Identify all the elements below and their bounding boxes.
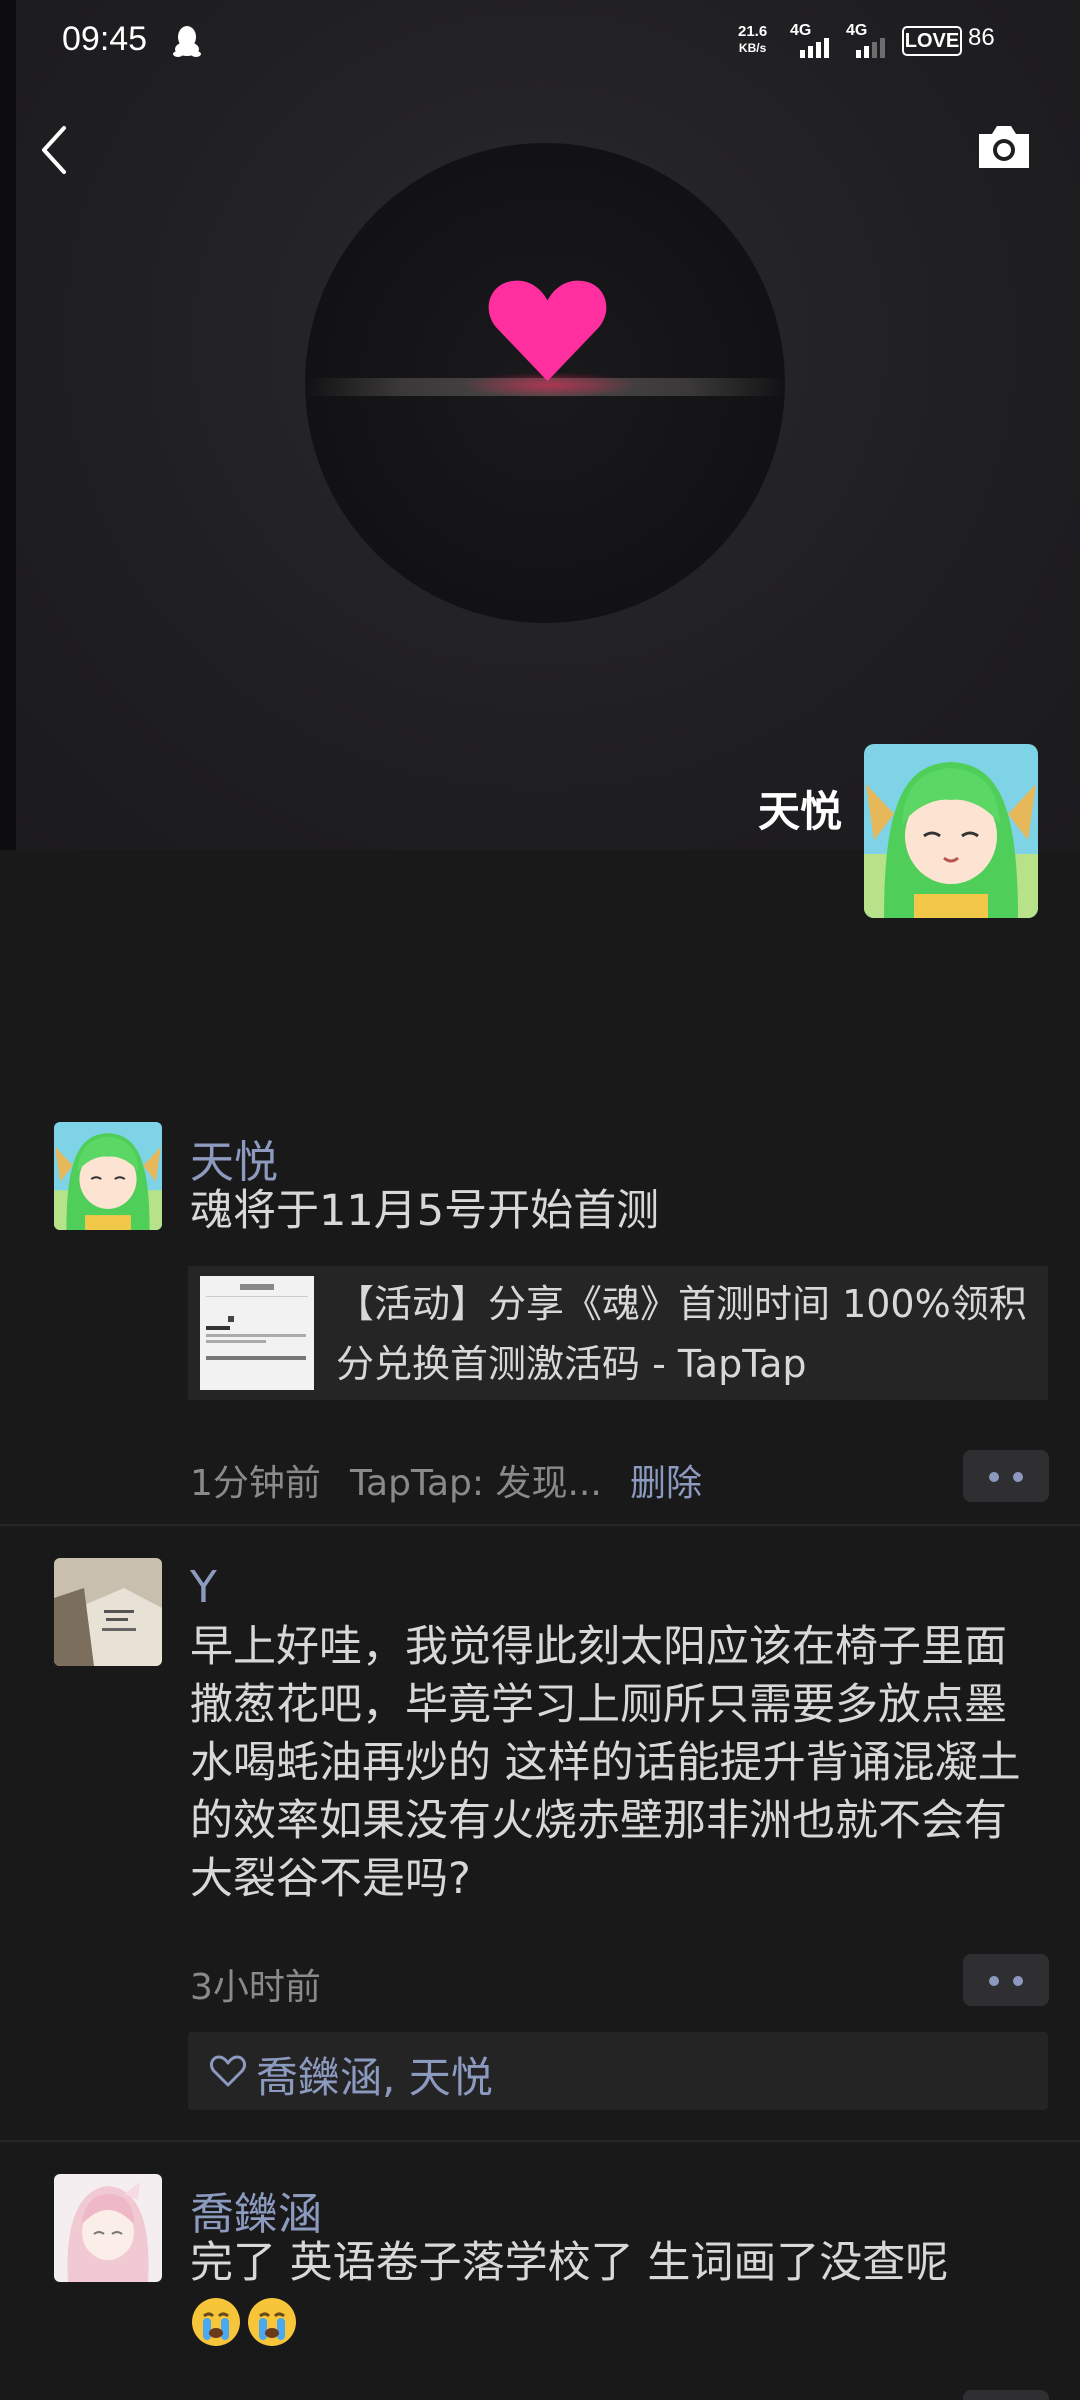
post-text: 完了 英语卷子落学校了 生词画了没查呢 bbox=[190, 2238, 949, 2288]
avatar-photo bbox=[54, 1558, 162, 1666]
post-text: 早上好哇，我觉得此刻太阳应该在椅子里面撒葱花吧，毕竟学习上厕所只需要多放点墨水喝… bbox=[190, 1622, 1021, 1904]
battery-level: 86 bbox=[968, 24, 995, 51]
divider bbox=[0, 2140, 1080, 2142]
signal-bar bbox=[808, 46, 813, 58]
avatar[interactable] bbox=[54, 2174, 162, 2282]
heart-icon bbox=[488, 280, 607, 382]
anime-avatar-image bbox=[54, 1122, 162, 1230]
dot-icon bbox=[1013, 1976, 1023, 1986]
battery-icon: LOVE bbox=[902, 26, 962, 56]
dot-icon bbox=[989, 1976, 999, 1986]
avatar[interactable] bbox=[54, 1558, 162, 1666]
emoji-row bbox=[190, 2296, 302, 2352]
link-title: 【活动】分享《魂》首测时间 100%领积分兑换首测激活码 - TapTap bbox=[336, 1282, 1027, 1386]
post-text: 魂将于11月5号开始首测 bbox=[190, 1186, 660, 1236]
signal-bar bbox=[856, 50, 861, 58]
cover-avatar[interactable] bbox=[864, 744, 1038, 918]
crying-emoji-icon bbox=[192, 2298, 240, 2346]
signal-bar bbox=[872, 42, 877, 58]
more-actions-button[interactable] bbox=[963, 2390, 1049, 2400]
post-author-name[interactable]: 喬鑠涵 bbox=[190, 2178, 322, 2242]
post-author-name[interactable]: 天悦 bbox=[190, 1126, 278, 1190]
network-speed-unit: KB/s bbox=[738, 41, 767, 55]
dot-icon bbox=[989, 1472, 999, 1482]
heart-outline-icon bbox=[210, 2055, 246, 2087]
link-thumbnail bbox=[200, 1276, 314, 1390]
liked-by-names[interactable]: 喬鑠涵, 天悦 bbox=[256, 2044, 493, 2105]
anime-girl-avatar-image bbox=[54, 2174, 162, 2282]
cover-image[interactable] bbox=[0, 0, 1080, 850]
crying-emoji-icon bbox=[248, 2298, 296, 2346]
back-arrow-icon[interactable] bbox=[36, 120, 76, 180]
signal-bar bbox=[816, 42, 821, 58]
anime-avatar-image bbox=[864, 744, 1038, 918]
signal-bar bbox=[864, 46, 869, 58]
cover-edge bbox=[0, 0, 16, 850]
post-time: 1分钟前 bbox=[190, 1463, 321, 1504]
qq-notification-icon bbox=[173, 26, 201, 57]
shared-link-card[interactable]: 【活动】分享《魂》首测时间 100%领积分兑换首测激活码 - TapTap bbox=[188, 1266, 1048, 1400]
signal-1-label: 4G bbox=[790, 22, 812, 39]
network-speed: 21.6 KB/s bbox=[738, 24, 767, 56]
status-bar: 09:45 21.6 KB/s 4G 4G LOVE 86 bbox=[0, 0, 1080, 86]
signal-strength-2: 4G bbox=[846, 22, 894, 58]
signal-strength-1: 4G bbox=[790, 22, 838, 58]
signal-bar bbox=[880, 38, 885, 58]
status-time: 09:45 bbox=[62, 20, 148, 58]
post-source[interactable]: TapTap: 发现... bbox=[350, 1454, 602, 1506]
signal-bar bbox=[824, 38, 829, 58]
post-author-name[interactable]: Y bbox=[190, 1562, 217, 1613]
network-speed-value: 21.6 bbox=[738, 23, 768, 40]
divider bbox=[0, 1524, 1080, 1526]
delete-link[interactable]: 删除 bbox=[630, 1454, 702, 1506]
camera-icon[interactable] bbox=[975, 122, 1033, 172]
link-thumbnail-image bbox=[206, 1284, 308, 1360]
signal-2-label: 4G bbox=[846, 22, 868, 39]
more-actions-button[interactable] bbox=[963, 1450, 1049, 1502]
likes-panel: 喬鑠涵, 天悦 bbox=[188, 2032, 1048, 2110]
signal-bar bbox=[800, 50, 805, 58]
more-actions-button[interactable] bbox=[963, 1954, 1049, 2006]
cover-user-name: 天悦 bbox=[757, 787, 842, 836]
post-time: 3小时前 bbox=[190, 1967, 321, 2008]
avatar[interactable] bbox=[54, 1122, 162, 1230]
dot-icon bbox=[1013, 1472, 1023, 1482]
